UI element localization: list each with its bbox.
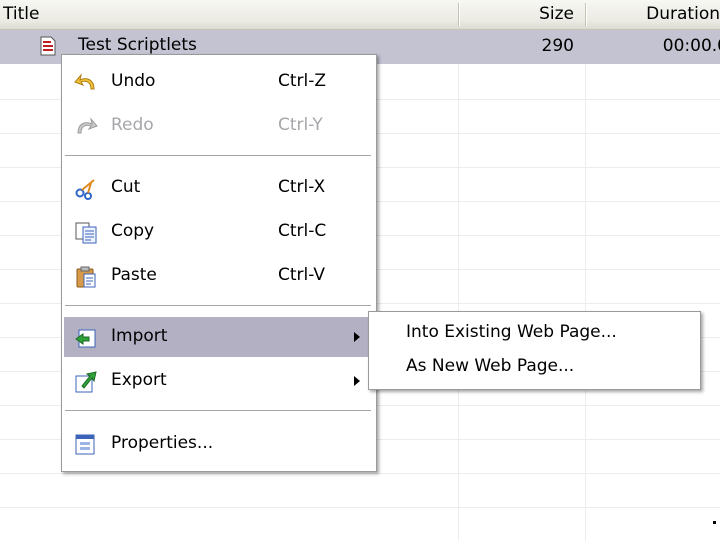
menu-item-paste[interactable]: Paste Ctrl-V xyxy=(64,256,374,296)
document-icon xyxy=(40,36,56,61)
menu-item-shortcut: Ctrl-X xyxy=(278,177,326,197)
submenu-arrow-icon xyxy=(354,376,360,386)
undo-icon xyxy=(74,71,98,95)
menu-item-import[interactable]: Import xyxy=(64,317,374,357)
grid-column-line xyxy=(458,64,459,541)
menu-item-undo[interactable]: Undo Ctrl-Z xyxy=(64,62,374,102)
submenu-item-as-new-web-page[interactable]: As New Web Page... xyxy=(371,350,698,384)
menu-item-label: Paste xyxy=(111,265,157,285)
submenu-arrow-icon xyxy=(354,332,360,342)
menu-item-shortcut: Ctrl-Y xyxy=(278,115,323,135)
menu-item-shortcut: Ctrl-Z xyxy=(278,71,327,91)
submenu-item-label: As New Web Page... xyxy=(406,356,575,376)
menu-item-shortcut: Ctrl-C xyxy=(278,221,327,241)
properties-icon xyxy=(74,433,98,457)
menu-item-redo[interactable]: Redo Ctrl-Y xyxy=(64,106,374,146)
column-divider[interactable] xyxy=(585,3,587,26)
copy-icon xyxy=(74,221,98,245)
menu-item-label: Cut xyxy=(111,177,141,197)
submenu-item-into-existing-web-page[interactable]: Into Existing Web Page... xyxy=(371,316,698,350)
grid-column-line xyxy=(585,64,586,541)
menu-item-label: Properties... xyxy=(111,433,214,453)
menu-separator xyxy=(65,155,371,157)
submenu-item-label: Into Existing Web Page... xyxy=(406,322,617,342)
row-title: Test Scriptlets xyxy=(78,35,197,55)
scissors-icon xyxy=(74,177,98,201)
row-duration: 00:00.0 xyxy=(662,36,720,56)
grid-line xyxy=(0,473,720,474)
table-header: Title Size Duration xyxy=(0,0,720,30)
row-size: 290 xyxy=(541,36,574,56)
menu-item-cut[interactable]: Cut Ctrl-X xyxy=(64,168,374,208)
menu-item-label: Redo xyxy=(111,115,154,135)
menu-item-label: Copy xyxy=(111,221,155,241)
menu-item-label: Undo xyxy=(111,71,156,91)
column-header-duration[interactable]: Duration xyxy=(588,0,720,29)
redo-icon xyxy=(74,115,98,139)
menu-item-label: Export xyxy=(111,370,167,390)
context-menu: Undo Ctrl-Z Redo Ctrl-Y Cut Ctrl-X Copy … xyxy=(61,54,377,472)
menu-item-label: Import xyxy=(111,326,168,346)
menu-separator xyxy=(65,305,371,307)
menu-item-copy[interactable]: Copy Ctrl-C xyxy=(64,212,374,252)
import-submenu: Into Existing Web Page... As New Web Pag… xyxy=(368,311,701,390)
menu-item-properties[interactable]: Properties... xyxy=(64,424,374,464)
menu-item-shortcut: Ctrl-V xyxy=(278,265,326,285)
import-icon xyxy=(74,326,98,350)
resize-grip xyxy=(713,521,716,524)
menu-separator xyxy=(65,410,371,412)
column-header-title[interactable]: Title xyxy=(3,0,39,29)
column-header-size[interactable]: Size xyxy=(460,0,574,29)
export-icon xyxy=(74,370,98,394)
grid-line xyxy=(0,507,720,508)
paste-icon xyxy=(74,265,98,289)
menu-item-export[interactable]: Export xyxy=(64,361,374,401)
